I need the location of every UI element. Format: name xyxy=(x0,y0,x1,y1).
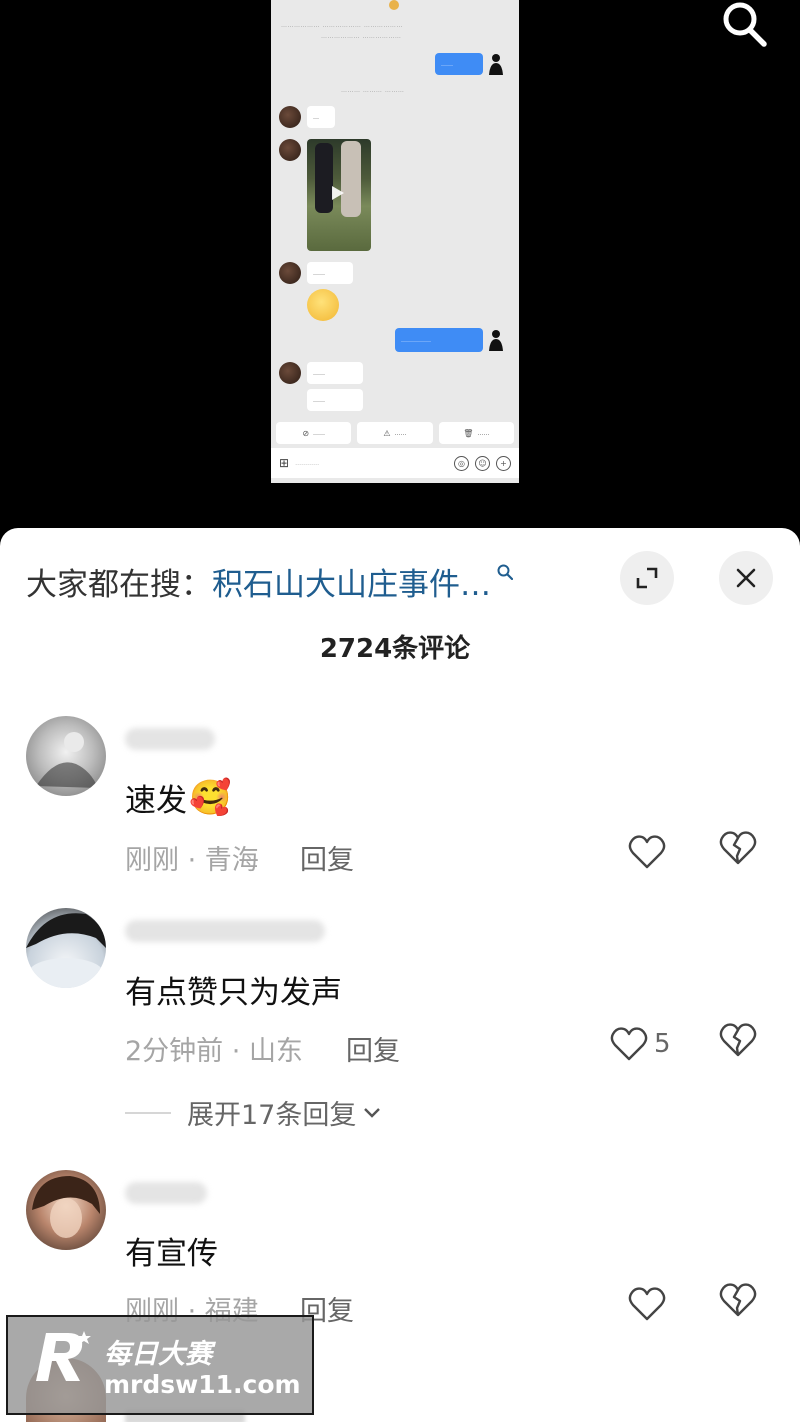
reply-button[interactable]: 回复 xyxy=(346,1029,400,1068)
phone-user-avatar xyxy=(489,330,503,351)
grid-icon: ⊞ xyxy=(279,456,290,470)
emoji-icon: ☺ xyxy=(475,455,490,471)
phone-header-line: ……………… ……………… ……………… xyxy=(281,22,403,29)
trending-search-bar[interactable]: 大家都在搜： 积石山大山庄事件… xyxy=(26,559,513,604)
phone-action: ⊘…… xyxy=(276,422,352,444)
warning-icon: ⚠ xyxy=(383,428,391,438)
broken-heart-icon xyxy=(719,1023,757,1057)
avatar-image xyxy=(32,1176,100,1238)
avatar[interactable] xyxy=(26,1170,106,1250)
trending-search-prefix: 大家都在搜： xyxy=(26,566,212,603)
trash-icon: 🗑 xyxy=(463,428,474,438)
phone-received-bubble: …… xyxy=(307,362,363,384)
heart-icon xyxy=(628,1287,666,1321)
expand-button[interactable] xyxy=(620,551,674,605)
block-icon: ⊘ xyxy=(302,428,310,438)
comment-text: 有宣传 xyxy=(125,1236,218,1272)
dislike-button[interactable] xyxy=(719,1282,763,1326)
phone-video-thumbnail xyxy=(307,139,371,251)
avatar[interactable] xyxy=(26,908,106,988)
avatar-image xyxy=(36,732,98,788)
watermark-url: mrdsw11.com xyxy=(104,1370,301,1399)
expand-replies-button[interactable]: 展开17条回复 xyxy=(125,1093,382,1132)
close-icon xyxy=(736,568,756,588)
phone-contact-avatar xyxy=(279,362,301,384)
expand-icon xyxy=(636,567,658,589)
phone-input-bar: ⊞ ………… ◎ ☺ + xyxy=(271,448,519,478)
dislike-button[interactable] xyxy=(719,830,763,874)
phone-received-bubble: …… xyxy=(307,262,353,284)
search-icon xyxy=(497,564,513,580)
hug-emoji-icon: 🥰 xyxy=(189,777,232,818)
phone-input-placeholder: ………… xyxy=(295,459,320,467)
dislike-button[interactable] xyxy=(719,1022,763,1066)
like-button[interactable] xyxy=(628,1282,674,1326)
username-blurred xyxy=(125,728,215,750)
heart-icon xyxy=(628,835,666,869)
heart-icon xyxy=(610,1027,648,1061)
phone-received-bubble: … xyxy=(307,106,335,128)
trending-search-term[interactable]: 积石山大山庄事件… xyxy=(212,559,491,604)
username-blurred xyxy=(125,920,325,942)
search-icon[interactable] xyxy=(720,0,772,50)
close-button[interactable] xyxy=(719,551,773,605)
phone-header-line: ……………… ……………… xyxy=(321,33,402,40)
phone-contact-avatar xyxy=(279,262,301,284)
phone-system-line: ……… ……… ……… xyxy=(341,87,405,94)
phone-crying-emoji-icon xyxy=(307,289,339,321)
watermark-title: 每日大赛 xyxy=(104,1339,212,1370)
phone-action: ⚠…… xyxy=(357,422,433,444)
play-icon xyxy=(332,186,344,200)
expand-replies-label: 展开17条回复 xyxy=(187,1100,357,1131)
comment-meta: 刚刚 · 青海 xyxy=(125,845,259,876)
comment-count: 2724条评论 xyxy=(319,634,471,664)
video-frame-phone-screenshot: ……………… ……………… ……………… ……………… ……………… …… ……… xyxy=(271,0,519,483)
username-blurred xyxy=(125,1182,207,1204)
plus-icon: + xyxy=(496,455,511,471)
phone-received-bubble: …… xyxy=(307,389,363,411)
like-count: 5 xyxy=(654,1029,671,1059)
phone-contact-avatar xyxy=(279,106,301,128)
like-button[interactable] xyxy=(610,1022,656,1066)
avatar[interactable] xyxy=(26,716,106,796)
video-player[interactable]: ……………… ……………… ……………… ……………… ……………… …… ……… xyxy=(0,0,800,540)
phone-contact-avatar xyxy=(279,139,301,161)
comment-text: 速发 🥰 xyxy=(125,777,232,820)
phone-user-avatar xyxy=(489,54,503,75)
watermark-logo-icon xyxy=(36,1331,91,1381)
watermark: 每日大赛 mrdsw11.com xyxy=(6,1315,314,1415)
chevron-down-icon xyxy=(364,1107,381,1118)
avatar-image xyxy=(26,913,106,988)
phone-sent-bubble: …… xyxy=(435,53,483,75)
divider-line xyxy=(125,1111,171,1114)
broken-heart-icon xyxy=(719,831,757,865)
phone-sent-bubble: …………… xyxy=(395,328,483,352)
phone-action: 🗑…… xyxy=(438,422,514,444)
voice-icon: ◎ xyxy=(454,455,469,471)
comment-text: 有点赞只为发声 xyxy=(125,975,342,1011)
phone-emoji-icon xyxy=(389,0,399,10)
broken-heart-icon xyxy=(719,1283,757,1317)
phone-action-row: ⊘…… ⚠…… 🗑…… xyxy=(276,422,514,444)
like-button[interactable] xyxy=(628,830,674,874)
comment-panel: 大家都在搜： 积石山大山庄事件… 2724条评论 速发 🥰 刚刚 · 青海 回复 xyxy=(0,528,800,1422)
reply-button[interactable]: 回复 xyxy=(300,838,354,877)
comment-meta: 2分钟前 · 山东 xyxy=(125,1036,303,1067)
